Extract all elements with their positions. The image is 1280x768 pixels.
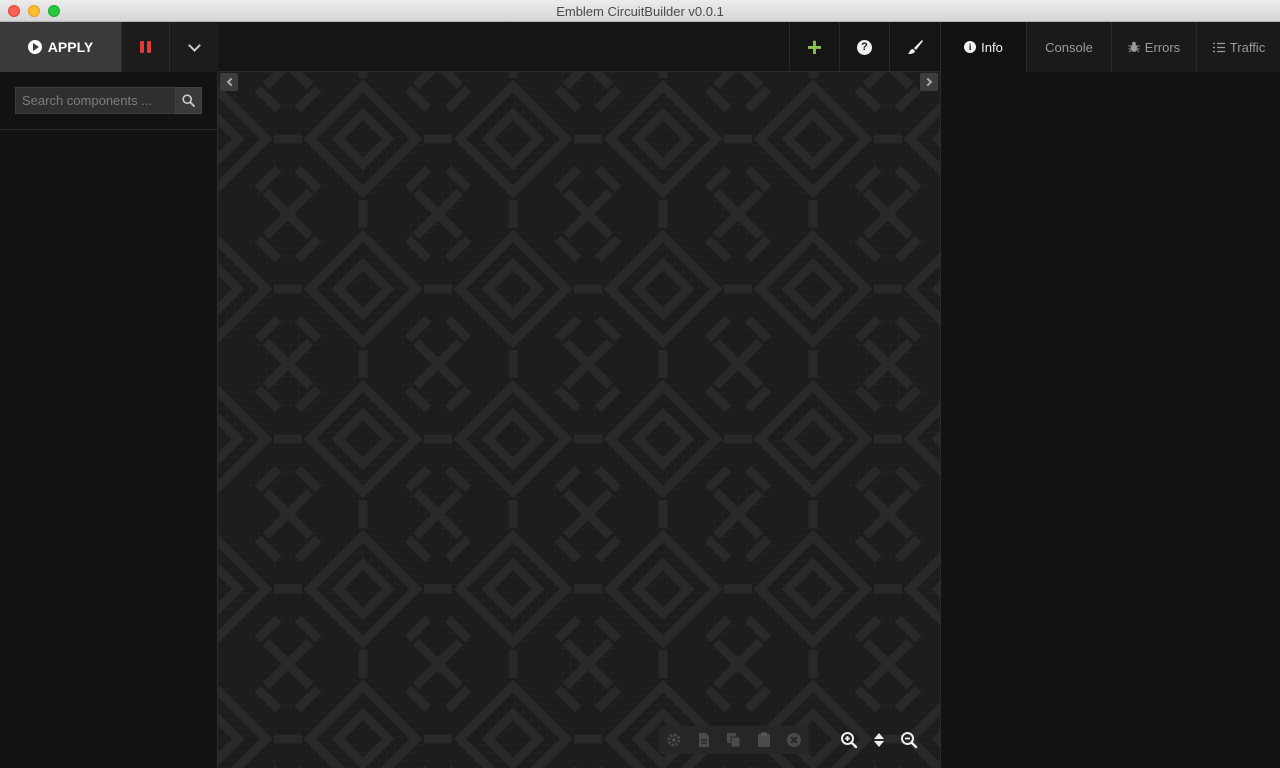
tab-errors[interactable]: Errors xyxy=(1111,22,1196,72)
canvas-toolbar: + ? xyxy=(218,22,940,72)
tab-traffic[interactable]: Traffic xyxy=(1196,22,1280,72)
file-icon xyxy=(699,733,709,747)
copy-icon xyxy=(727,733,741,748)
canvas-background-pattern xyxy=(218,72,940,768)
menu-dropdown-button[interactable] xyxy=(169,22,218,72)
zoom-toolbar xyxy=(834,726,924,754)
play-icon xyxy=(27,40,42,54)
copy-button[interactable] xyxy=(719,726,749,754)
zoom-in-icon xyxy=(841,732,858,749)
divider xyxy=(0,129,218,130)
component-search xyxy=(15,87,202,114)
delete-icon xyxy=(787,733,801,747)
search-button[interactable] xyxy=(175,87,202,114)
pause-button[interactable] xyxy=(121,22,169,72)
tab-console-label: Console xyxy=(1045,39,1093,55)
paintbrush-icon xyxy=(907,40,923,54)
apply-button[interactable]: APPLY xyxy=(0,22,121,72)
chevron-right-icon xyxy=(923,77,932,87)
search-input[interactable] xyxy=(15,87,175,114)
scroll-left-button[interactable] xyxy=(220,73,238,91)
tab-console[interactable]: Console xyxy=(1026,22,1111,72)
gear-icon xyxy=(667,733,681,747)
chevron-left-icon xyxy=(226,77,235,87)
right-panel: i Info Console Errors Traffic xyxy=(940,22,1280,768)
fit-vertical-icon xyxy=(874,733,884,747)
pause-icon xyxy=(140,41,144,53)
tab-errors-label: Errors xyxy=(1144,39,1181,55)
help-icon: ? xyxy=(857,39,872,55)
add-component-button[interactable]: + xyxy=(789,22,839,72)
fit-vertical-button[interactable] xyxy=(864,726,894,754)
list-icon xyxy=(1212,42,1225,52)
chevron-down-icon xyxy=(187,38,201,52)
pause-icon xyxy=(147,41,151,53)
scroll-right-button[interactable] xyxy=(920,73,938,91)
circuit-canvas[interactable] xyxy=(218,72,940,768)
plus-icon: + xyxy=(806,32,823,62)
apply-label: APPLY xyxy=(47,39,94,55)
info-icon: i xyxy=(964,41,977,53)
right-panel-tabs: i Info Console Errors Traffic xyxy=(941,22,1280,72)
tab-traffic-label: Traffic xyxy=(1229,39,1266,55)
new-file-button[interactable] xyxy=(689,726,719,754)
paste-icon xyxy=(758,732,770,747)
zoom-out-icon xyxy=(901,732,918,749)
bug-icon xyxy=(1128,41,1140,53)
title-bar: Emblem CircuitBuilder v0.0.1 xyxy=(0,0,1280,22)
window-title: Emblem CircuitBuilder v0.0.1 xyxy=(556,4,724,19)
settings-button[interactable] xyxy=(659,726,689,754)
left-panel: APPLY xyxy=(0,22,218,768)
delete-button[interactable] xyxy=(779,726,809,754)
edit-toolbar xyxy=(659,726,809,754)
theme-button[interactable] xyxy=(889,22,939,72)
tab-info[interactable]: i Info xyxy=(941,22,1026,72)
zoom-in-button[interactable] xyxy=(834,726,864,754)
help-button[interactable]: ? xyxy=(839,22,889,72)
tab-info-label: Info xyxy=(981,39,1003,55)
search-icon xyxy=(182,94,195,107)
paste-button[interactable] xyxy=(749,726,779,754)
zoom-out-button[interactable] xyxy=(894,726,924,754)
